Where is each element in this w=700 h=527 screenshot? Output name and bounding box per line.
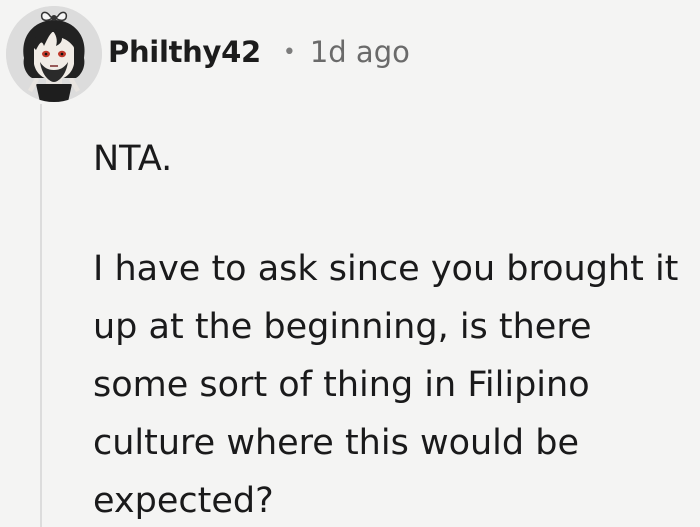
comment: Philthy42 • 1d ago NTA. I have to ask si… — [0, 0, 700, 527]
timestamp[interactable]: 1d ago — [310, 35, 410, 69]
meta-separator: • — [282, 39, 296, 65]
comment-body: NTA. I have to ask since you brought it … — [93, 130, 693, 527]
user-avatar[interactable] — [6, 6, 102, 102]
username-link[interactable]: Philthy42 — [108, 35, 261, 69]
thread-line[interactable] — [40, 104, 42, 527]
cartoon-avatar-icon — [6, 6, 102, 102]
comment-paragraph: NTA. — [93, 139, 173, 179]
comment-paragraph: I have to ask since you brought it up at… — [93, 249, 679, 521]
comment-header: Philthy42 • 1d ago — [108, 30, 410, 74]
